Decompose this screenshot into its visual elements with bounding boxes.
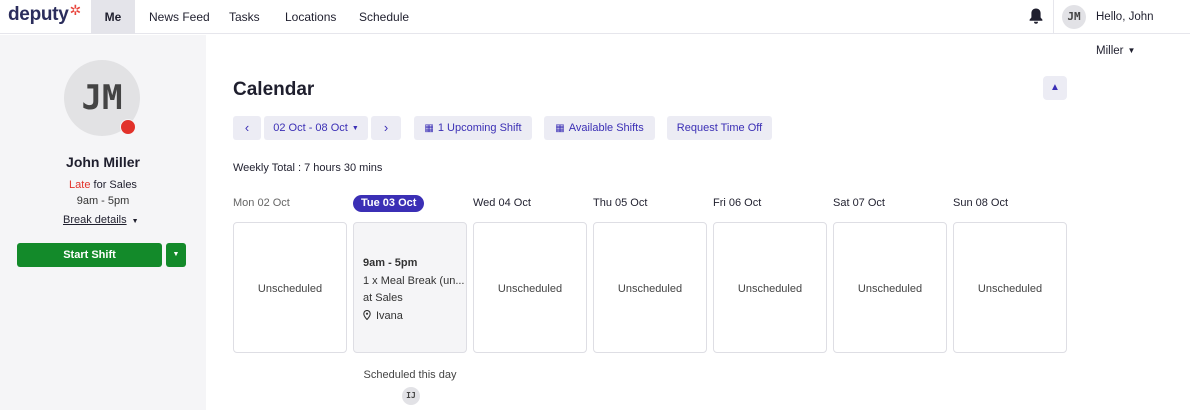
user-menu[interactable]: Hello, John Miller ▼ — [1096, 0, 1190, 57]
chevron-down-icon: ▼ — [351, 125, 359, 132]
chevron-down-icon: ▼ — [1127, 46, 1136, 55]
shift-location: Ivana — [363, 309, 403, 322]
day-header-fri: Fri 06 Oct — [713, 197, 762, 209]
page-title: Calendar — [233, 79, 315, 100]
status-rest: for Sales — [90, 179, 137, 191]
nav-item-news-feed[interactable]: News Feed — [149, 0, 210, 34]
chevron-down-icon: ▼ — [131, 218, 139, 225]
day-card-sun[interactable]: Unscheduled — [953, 222, 1067, 353]
unscheduled-label: Unscheduled — [617, 283, 683, 295]
break-details-label: Break details — [63, 214, 127, 226]
weekly-total: Weekly Total : 7 hours 30 mins — [233, 162, 383, 174]
request-time-off-button[interactable]: Request Time Off — [667, 116, 772, 140]
logo-star-icon: ✲ — [69, 2, 81, 18]
day-header-wed: Wed 04 Oct — [473, 197, 531, 209]
day-card-sat[interactable]: Unscheduled — [833, 222, 947, 353]
late-label: Late — [69, 179, 91, 191]
nav-divider — [1053, 0, 1054, 34]
upcoming-shift-label: 1 Upcoming Shift — [437, 122, 522, 134]
unscheduled-label: Unscheduled — [257, 283, 323, 295]
deputy-logo[interactable]: deputy✲ — [8, 2, 81, 26]
calendar-icon: ▦ — [424, 123, 434, 134]
calendar-icon: ▦ — [555, 123, 565, 134]
day-card-thu[interactable]: Unscheduled — [593, 222, 707, 353]
shift-location-label: Ivana — [376, 310, 403, 322]
unscheduled-label: Unscheduled — [737, 283, 803, 295]
nav-item-locations[interactable]: Locations — [285, 0, 336, 34]
upcoming-shift-button[interactable]: ▦ 1 Upcoming Shift — [414, 116, 532, 140]
day-header-sun: Sun 08 Oct — [953, 197, 1009, 209]
nav-item-schedule[interactable]: Schedule — [359, 0, 409, 34]
scheduled-avatar[interactable]: IJ — [402, 387, 420, 405]
top-nav: deputy✲ Me News Feed Tasks Locations Sch… — [0, 0, 1190, 57]
available-shifts-button[interactable]: ▦ Available Shifts — [544, 116, 655, 140]
day-header-tue-today: Tue 03 Oct — [353, 195, 425, 212]
break-details-link[interactable]: Break details ▼ — [63, 214, 139, 226]
available-shifts-label: Available Shifts — [568, 122, 644, 134]
scheduled-this-day-label: Scheduled this day — [363, 369, 457, 381]
chevron-up-icon: ▲ — [1050, 82, 1060, 93]
chevron-right-icon: › — [383, 120, 389, 135]
day-card-mon[interactable]: Unscheduled — [233, 222, 347, 353]
day-header-mon: Mon 02 Oct — [233, 197, 290, 209]
profile-name: John Miller — [66, 154, 140, 170]
next-week-button[interactable]: › — [371, 116, 401, 140]
nav-item-me[interactable]: Me — [91, 0, 135, 34]
chevron-left-icon: ‹ — [244, 120, 250, 135]
prev-week-button[interactable]: ‹ — [233, 116, 261, 140]
unscheduled-label: Unscheduled — [857, 283, 923, 295]
profile-status: Late for Sales — [0, 179, 206, 191]
logo-text: deputy — [8, 4, 69, 25]
day-card-fri[interactable]: Unscheduled — [713, 222, 827, 353]
collapse-button[interactable]: ▲ — [1043, 76, 1067, 100]
day-header-sat: Sat 07 Oct — [833, 197, 885, 209]
chevron-down-icon: ▼ — [172, 251, 180, 258]
greeting-text: Hello, John Miller — [1096, 11, 1154, 57]
profile-panel: JM John Miller Late for Sales 9am - 5pm … — [0, 35, 206, 410]
location-pin-icon — [363, 310, 371, 320]
shift-area: at Sales — [363, 292, 403, 304]
start-shift-dropdown-button[interactable]: ▼ — [166, 243, 186, 267]
nav-item-tasks[interactable]: Tasks — [229, 0, 260, 34]
day-card-wed[interactable]: Unscheduled — [473, 222, 587, 353]
status-dot-icon — [120, 119, 136, 135]
shift-card[interactable]: 9am - 5pm 1 x Meal Break (un... at Sales… — [353, 222, 467, 353]
user-avatar[interactable]: JM — [1062, 5, 1086, 29]
shift-meal-break: 1 x Meal Break (un... — [363, 275, 465, 287]
date-range-label: 02 Oct - 08 Oct — [273, 122, 348, 134]
start-shift-button[interactable]: Start Shift — [17, 243, 162, 267]
shift-time: 9am - 5pm — [363, 257, 418, 269]
day-header-thu: Thu 05 Oct — [593, 197, 648, 209]
unscheduled-label: Unscheduled — [977, 283, 1043, 295]
unscheduled-label: Unscheduled — [497, 283, 563, 295]
bell-icon[interactable] — [1028, 7, 1044, 25]
profile-shift-time: 9am - 5pm — [76, 195, 130, 207]
date-range-select[interactable]: 02 Oct - 08 Oct ▼ — [264, 116, 368, 140]
